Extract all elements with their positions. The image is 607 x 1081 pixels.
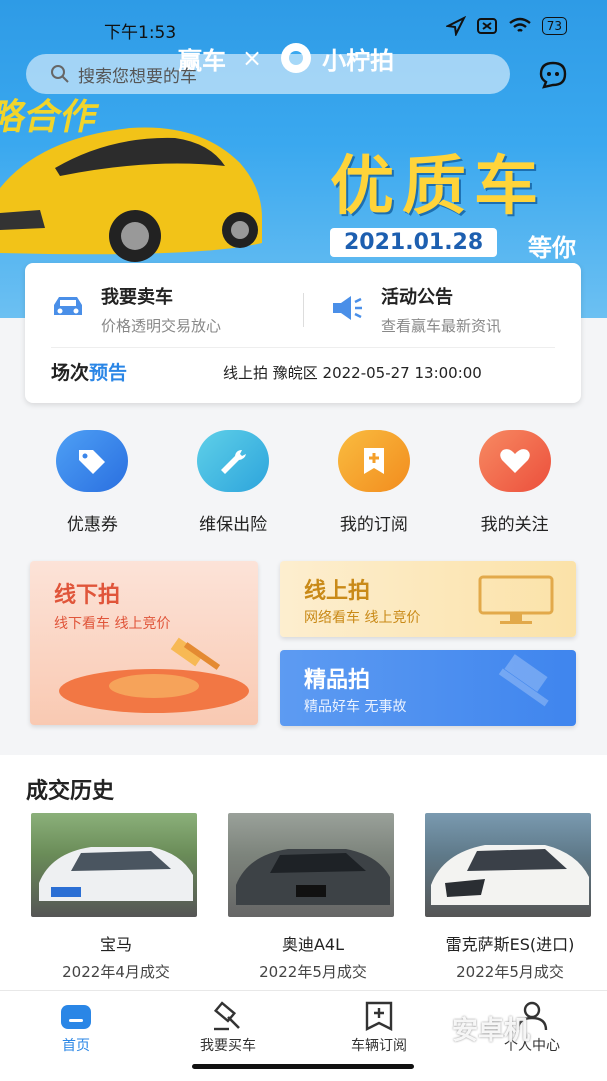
subscribe-icon <box>365 1001 393 1031</box>
schedule-label-a: 场次 <box>51 362 90 384</box>
tag-icon <box>56 430 129 492</box>
schedule-text[interactable]: 线上拍 豫皖区 2022-05-27 13:00:00 <box>223 362 482 383</box>
sell-car-entry[interactable]: 我要卖车 价格透明交易放心 <box>51 283 221 336</box>
quick-maintenance-label: 维保出险 <box>199 515 268 535</box>
quick-maintenance[interactable]: 维保出险 <box>173 430 293 535</box>
quick-actions: 优惠券 维保出险 我的订阅 我的关注 <box>0 430 607 535</box>
tab-subscribe[interactable]: 车辆订阅 <box>319 1001 439 1055</box>
schedule-label: 场次预告 <box>51 358 127 385</box>
schedule-label-b: 预告 <box>89 362 128 384</box>
heart-icon <box>478 430 551 492</box>
tab-buy-car[interactable]: 我要买车 <box>168 1001 288 1055</box>
status-time: 下午1:53 <box>104 23 177 43</box>
notice-subtitle: 查看赢车最新资讯 <box>381 317 502 335</box>
quick-subscribe-label: 我的订阅 <box>339 515 408 535</box>
premium-auction-title: 精品拍 <box>304 668 371 693</box>
premium-auction-subtitle: 精品好车 无事故 <box>304 699 407 715</box>
tab-home-label: 首页 <box>62 1038 90 1054</box>
speaker-icon <box>333 296 362 320</box>
wifi-icon <box>508 17 531 32</box>
offline-auction-subtitle: 线下看车 线上竞价 <box>54 616 171 632</box>
tab-buy-car-label: 我要买车 <box>200 1038 256 1054</box>
search-icon <box>51 65 69 83</box>
offline-auction-card[interactable]: 线下拍 线下看车 线上竞价 <box>30 561 258 725</box>
history-title: 成交历史 <box>26 779 115 804</box>
search-placeholder: 搜索您想要的车 <box>78 66 197 87</box>
home-icon <box>61 1005 91 1029</box>
car-photo <box>31 813 197 917</box>
car-photo <box>425 813 591 917</box>
banner-headline: 优质车 <box>330 150 546 224</box>
history-car-date: 2022年5月成交 <box>456 963 564 981</box>
bookmark-plus-icon <box>337 430 410 492</box>
sell-car-subtitle: 价格透明交易放心 <box>101 317 222 335</box>
quick-coupon-label: 优惠券 <box>66 515 118 535</box>
banner-wait: 等你 <box>528 234 576 262</box>
premium-auction-card[interactable]: 精品拍 精品好车 无事故 <box>280 650 576 726</box>
offline-auction-title: 线下拍 <box>54 583 121 608</box>
history-car-item[interactable]: 雷克萨斯ES(进口) 2022年5月成交 <box>425 813 595 982</box>
quick-follow-label: 我的关注 <box>480 515 549 535</box>
history-car-item[interactable]: 奥迪A4L 2022年5月成交 <box>228 813 398 982</box>
car-icon <box>54 297 82 315</box>
banner-date: 2021.01.28 <box>330 228 498 257</box>
deal-history: 成交历史 宝马 2022年4月成交 奥迪A4L 2022年5月成交 雷克萨斯ES… <box>0 755 607 995</box>
card-divider <box>303 293 304 327</box>
quick-subscribe[interactable]: 我的订阅 <box>314 430 434 535</box>
notice-title: 活动公告 <box>381 287 453 308</box>
history-car-name: 宝马 <box>99 935 132 954</box>
sim-icon <box>476 18 497 34</box>
card-hline <box>51 347 555 348</box>
yellow-car-image <box>0 127 262 262</box>
gavel-icon <box>213 1001 240 1031</box>
notice-entry[interactable]: 活动公告 查看赢车最新资讯 <box>331 283 501 336</box>
search-bar[interactable]: 搜索您想要的车 <box>26 54 510 94</box>
online-auction-subtitle: 网络看车 线上竞价 <box>304 610 421 626</box>
gavel-illustration-icon <box>59 637 249 713</box>
history-car-item[interactable]: 宝马 2022年4月成交 <box>31 813 201 982</box>
monitor-icon <box>478 575 554 624</box>
history-car-date: 2022年5月成交 <box>259 963 367 981</box>
home-indicator[interactable] <box>192 1064 414 1069</box>
online-auction-title: 线上拍 <box>304 579 371 604</box>
location-icon <box>445 16 466 36</box>
gavel-watermark-icon <box>498 654 549 707</box>
site-watermark: 安卓机 <box>452 1016 531 1046</box>
battery-indicator: 73 <box>541 17 567 35</box>
tab-subscribe-label: 车辆订阅 <box>351 1038 407 1054</box>
service-card: 我要卖车 价格透明交易放心 活动公告 查看赢车最新资讯 场次预告 线上拍 豫皖区… <box>25 263 581 403</box>
tab-home[interactable]: 首页 <box>16 1001 136 1055</box>
history-car-date: 2022年4月成交 <box>62 963 170 981</box>
wrench-icon <box>197 430 270 492</box>
quick-follow[interactable]: 我的关注 <box>455 430 575 535</box>
sell-car-title: 我要卖车 <box>101 287 173 308</box>
message-icon[interactable] <box>538 60 568 90</box>
online-auction-card[interactable]: 线上拍 网络看车 线上竞价 <box>280 561 576 637</box>
quick-coupon[interactable]: 优惠券 <box>32 430 152 535</box>
history-car-name: 雷克萨斯ES(进口) <box>445 935 575 954</box>
history-car-name: 奥迪A4L <box>281 935 345 954</box>
car-photo <box>228 813 394 917</box>
